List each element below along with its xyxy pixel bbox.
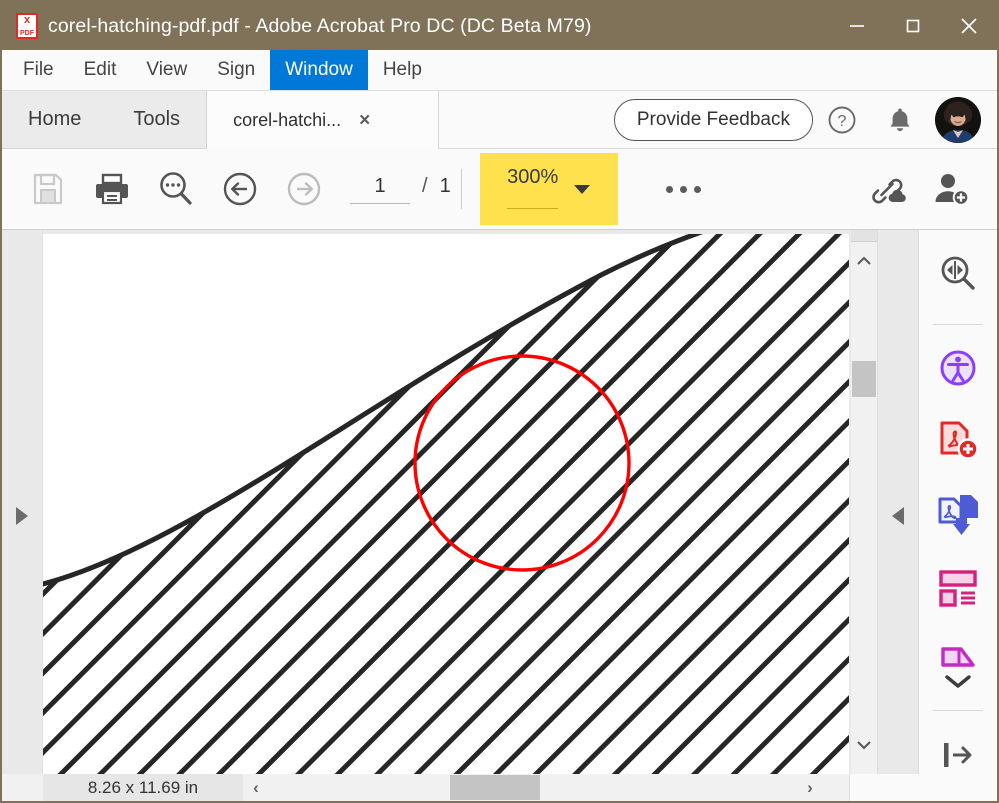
nav-tab-group: Home Tools [2, 91, 208, 148]
save-button[interactable] [16, 157, 80, 221]
organize-pages-icon [939, 569, 977, 607]
chevron-down-icon [945, 675, 971, 688]
right-panel-toggle[interactable] [877, 230, 918, 801]
chevron-left-icon: ‹ [253, 777, 259, 797]
tab-bar: Home Tools corel-hatchi... × Provide Fee… [2, 91, 997, 149]
collapse-rail-icon [944, 742, 972, 767]
chevron-down-icon [857, 741, 871, 750]
minimize-button[interactable] [829, 2, 885, 50]
rail-item-search-compare[interactable] [927, 248, 989, 303]
add-person-button[interactable] [919, 157, 983, 221]
question-mark-circle-icon: ? [828, 106, 856, 133]
pdf-file-icon: x PDF [16, 13, 38, 39]
triangle-right-icon [16, 506, 28, 525]
toolbar-right-actions [855, 157, 997, 221]
window-title: corel-hatching-pdf.pdf - Adobe Acrobat P… [48, 15, 592, 37]
share-link-button[interactable] [855, 157, 919, 221]
status-bar-filler [849, 774, 997, 801]
page-number-input[interactable] [350, 174, 410, 204]
rail-divider-top [933, 323, 983, 325]
document-tab[interactable]: corel-hatchi... × [207, 91, 440, 149]
window-controls [829, 2, 997, 50]
toolbar-divider [460, 169, 462, 209]
scrollbar-cap [851, 230, 877, 242]
floppy-save-icon [33, 173, 63, 205]
pdf-page-graphic [43, 234, 849, 779]
page-fold-icon [941, 647, 975, 667]
page-separator: / [422, 174, 428, 197]
menu-help[interactable]: Help [368, 50, 437, 90]
more-tools-button[interactable] [652, 157, 716, 221]
close-icon[interactable]: × [359, 111, 370, 130]
title-bar: x PDF corel-hatching-pdf.pdf - Adobe Acr… [2, 2, 997, 50]
menu-window[interactable]: Window [270, 50, 368, 90]
search-compare-icon [941, 256, 975, 291]
scroll-left-button[interactable]: ‹ [243, 774, 269, 801]
vertical-scrollbar[interactable] [851, 230, 877, 779]
page-size-label: 8.26 x 11.69 in [43, 774, 243, 801]
help-button[interactable]: ? [813, 96, 871, 144]
rail-item-more-tools[interactable] [927, 635, 989, 698]
page-navigation: / 1 [350, 174, 451, 204]
person-add-icon [935, 174, 970, 206]
acrobat-window: x PDF corel-hatching-pdf.pdf - Adobe Acr… [0, 0, 999, 803]
rail-divider-bottom [933, 710, 983, 712]
zoom-level-control[interactable]: 300% [479, 153, 618, 225]
accessibility-icon [940, 350, 976, 386]
link-cloud-icon [872, 178, 906, 204]
next-view-button[interactable] [272, 157, 336, 221]
close-button[interactable] [941, 2, 997, 50]
rail-item-export-pdf[interactable] [927, 488, 989, 543]
status-bar: 8.26 x 11.69 in ‹ › [2, 774, 997, 801]
bell-icon [890, 108, 910, 131]
ellipsis-icon [666, 185, 702, 193]
chevron-right-icon: › [807, 777, 813, 797]
provide-feedback-button[interactable]: Provide Feedback [613, 98, 813, 141]
search-button[interactable] [144, 157, 208, 221]
chevron-up-icon [857, 256, 871, 265]
export-pdf-icon [938, 495, 978, 536]
vertical-scrollbar-thumb[interactable] [852, 361, 876, 397]
rail-item-accessibility[interactable] [927, 341, 989, 396]
left-panel-toggle[interactable] [2, 230, 43, 801]
horizontal-scrollbar[interactable]: ‹ › [243, 774, 849, 801]
magnifier-more-icon [160, 172, 192, 205]
tab-home[interactable]: Home [2, 91, 107, 148]
rail-item-create-pdf[interactable] [927, 414, 989, 469]
menu-sign[interactable]: Sign [202, 50, 270, 90]
scroll-down-button[interactable] [851, 730, 877, 760]
maximize-button[interactable] [885, 2, 941, 50]
printer-icon [96, 173, 128, 205]
menu-file[interactable]: File [8, 50, 69, 90]
rail-item-organize-pages[interactable] [927, 561, 989, 616]
arrow-right-circle-icon [287, 172, 321, 206]
menu-edit[interactable]: Edit [69, 50, 132, 90]
triangle-left-icon [892, 506, 904, 525]
tool-bar: / 1 300% [2, 149, 997, 230]
horizontal-scrollbar-thumb[interactable] [450, 775, 540, 800]
page-total: 1 [439, 174, 451, 197]
chevron-down-icon[interactable] [574, 184, 591, 194]
document-area [2, 230, 997, 801]
tab-bar-actions: Provide Feedback ? [613, 91, 997, 148]
notifications-button[interactable] [871, 96, 929, 144]
arrow-left-circle-icon [223, 172, 257, 206]
print-button[interactable] [80, 157, 144, 221]
zoom-level-value: 300% [507, 167, 559, 209]
scroll-up-button[interactable] [851, 246, 877, 276]
create-pdf-icon [940, 421, 979, 461]
svg-text:?: ? [838, 113, 847, 130]
menu-view[interactable]: View [131, 50, 202, 90]
pdf-page-canvas[interactable] [43, 234, 849, 779]
document-tab-label: corel-hatchi... [233, 109, 342, 130]
previous-view-button[interactable] [208, 157, 272, 221]
scroll-right-button[interactable]: › [797, 774, 823, 801]
menu-bar: File Edit View Sign Window Help [2, 50, 997, 91]
tab-tools[interactable]: Tools [107, 91, 206, 148]
avatar[interactable] [935, 96, 981, 143]
tools-rail [918, 230, 997, 801]
